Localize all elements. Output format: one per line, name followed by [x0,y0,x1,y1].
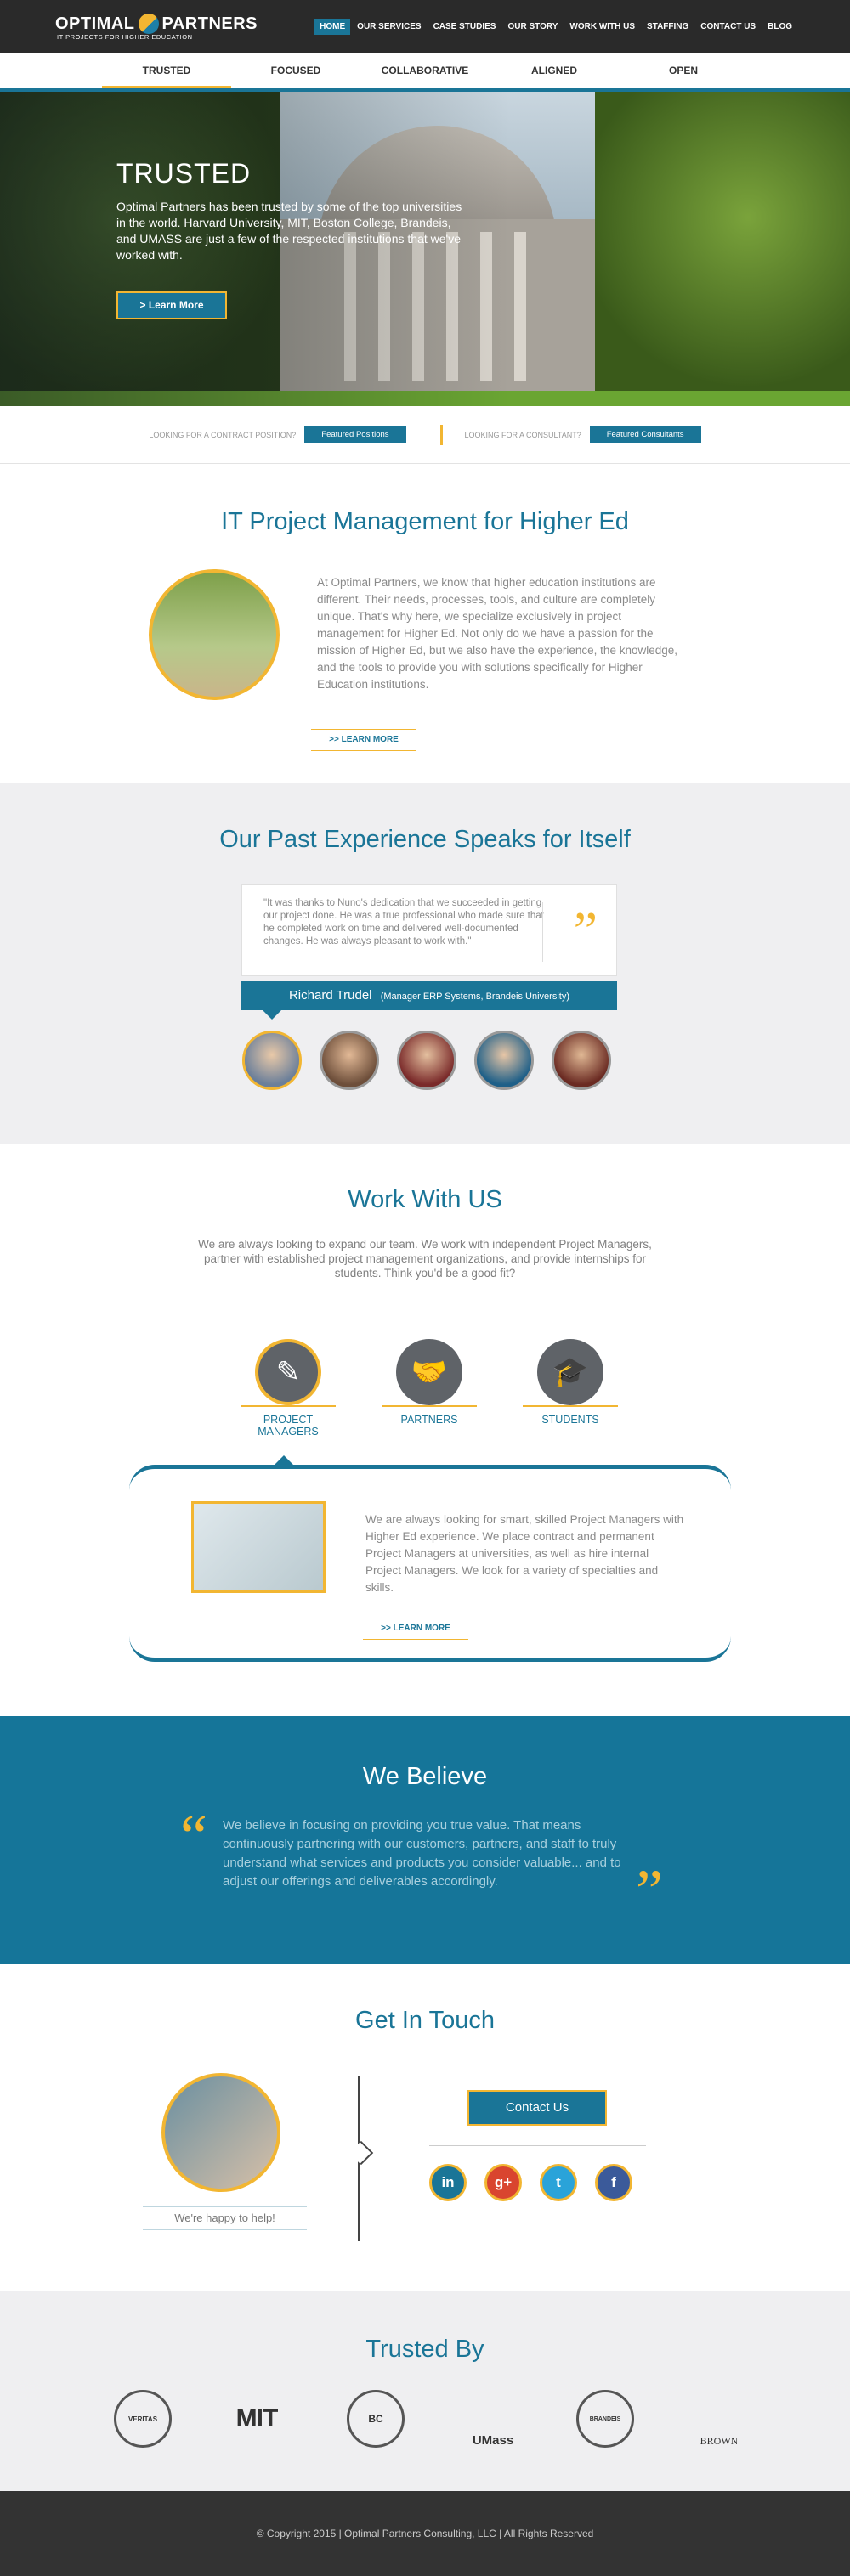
nav-our-services[interactable]: OUR SERVICES [352,19,426,35]
contact-us-button[interactable]: Contact Us [468,2090,607,2126]
graduation-cap-icon[interactable]: 🎓 [537,1339,604,1405]
tab-open[interactable]: OPEN [619,53,748,88]
logo-text-right: PARTNERS [162,14,258,33]
open-quote-icon: “ [180,1802,207,1870]
handshake-icon[interactable]: 🤝 [396,1339,462,1405]
divider [439,424,443,445]
avatar[interactable] [242,1031,302,1090]
work-with-us-section: Work With US We are always looking to ex… [0,1144,850,1716]
option-detail-card: We are always looking for smart, skilled… [129,1455,731,1662]
close-quote-icon: ” [636,1857,663,1925]
divider [429,2145,646,2146]
avatar[interactable] [320,1031,379,1090]
logo-tagline: IT PROJECTS FOR HIGHER EDUCATION [57,33,193,41]
campus-image [149,569,280,700]
nav-work-with-us[interactable]: WORK WITH US [564,19,640,35]
learn-more-link[interactable]: >> LEARN MORE [363,1618,468,1640]
author-role: (Manager ERP Systems, Brandeis Universit… [380,991,570,1002]
we-believe-section: We Believe “ We believe in focusing on p… [0,1716,850,1964]
twitter-icon[interactable]: t [540,2164,577,2201]
avatar[interactable] [552,1031,611,1090]
contact-photo [162,2073,280,2192]
logo-text-left: OPTIMAL [55,14,135,33]
nav-contact-us[interactable]: CONTACT US [695,19,761,35]
hero-title: TRUSTED [116,158,252,189]
google-plus-icon[interactable]: g+ [484,2164,522,2201]
learn-more-link[interactable]: >> LEARN MORE [311,729,416,751]
section-title: Our Past Experience Speaks for Itself [219,826,631,853]
nav-staffing[interactable]: STAFFING [642,19,694,35]
trusted-by-section: Trusted By VERITAS MIT BC UMass BRANDEIS… [0,2291,850,2491]
nav-home[interactable]: HOME [314,19,351,35]
section-title: Work With US [348,1186,502,1213]
chevron-right-icon [348,2140,374,2166]
avatar[interactable] [397,1031,456,1090]
section-title: Trusted By [366,2336,484,2363]
umass-logo: UMass [472,2433,514,2448]
mit-logo: MIT [235,2404,279,2432]
section-title: IT Project Management for Higher Ed [221,508,629,535]
copyright-text: © Copyright 2015 | Optimal Partners Cons… [256,2528,594,2539]
featured-positions-button[interactable]: Featured Positions [304,426,406,443]
brown-logo: BROWN [700,2435,739,2447]
pointer-arrow [262,1009,282,1020]
testimonial-author-bar: Richard Trudel (Manager ERP Systems, Bra… [241,981,617,1010]
site-footer: © Copyright 2015 | Optimal Partners Cons… [0,2491,850,2576]
section-intro: We are always looking to expand our team… [198,1238,652,1280]
nav-our-story[interactable]: OUR STORY [502,19,563,35]
option-partners[interactable]: PARTNERS [382,1405,477,1426]
section-title: Get In Touch [355,2007,495,2034]
testimonial-box: "It was thanks to Nuno's dedication that… [241,884,617,976]
harvard-logo: VERITAS [114,2390,172,2448]
tab-focused[interactable]: FOCUSED [231,53,360,88]
hero-text: Optimal Partners has been trusted by som… [116,200,462,262]
boston-college-logo: BC [347,2390,405,2448]
pointer-arrow [274,1455,294,1466]
project-managers-icon[interactable]: ✎ [255,1339,321,1405]
consultant-label: LOOKING FOR A CONSULTANT? [464,430,581,439]
section-text: At Optimal Partners, we know that higher… [317,576,677,691]
contract-label: LOOKING FOR A CONTRACT POSITION? [149,430,297,439]
divider [542,902,543,962]
logo[interactable]: OPTIMAL PARTNERS IT PROJECTS FOR HIGHER … [55,14,258,41]
main-nav: HOME OUR SERVICES CASE STUDIES OUR STORY… [314,19,797,35]
section-title: We Believe [362,1763,488,1790]
quote-icon: ” [573,901,598,961]
site-header: OPTIMAL PARTNERS IT PROJECTS FOR HIGHER … [0,0,850,53]
option-project-managers[interactable]: PROJECT MANAGERS [241,1405,336,1438]
happy-to-help-label: We're happy to help! [143,2206,307,2230]
author-name: Richard Trudel [288,988,372,1003]
testimonial-quote: "It was thanks to Nuno's dedication that… [264,898,544,946]
option-students[interactable]: STUDENTS [523,1405,618,1426]
tab-collaborative[interactable]: COLLABORATIVE [360,53,490,88]
tab-aligned[interactable]: ALIGNED [490,53,619,88]
nav-blog[interactable]: BLOG [762,19,797,35]
hero-banner: TRUSTED Optimal Partners has been truste… [0,92,850,406]
believe-text: We believe in focusing on providing you … [223,1818,621,1889]
it-pm-section: IT Project Management for Higher Ed At O… [0,464,850,783]
team-photo [191,1501,326,1593]
featured-consultants-button[interactable]: Featured Consultants [589,426,701,443]
facebook-icon[interactable]: f [595,2164,632,2201]
tab-trusted[interactable]: TRUSTED [102,53,231,88]
get-in-touch-section: Get In Touch We're happy to help! Contac… [0,1964,850,2291]
nav-case-studies[interactable]: CASE STUDIES [428,19,502,35]
looking-bar: LOOKING FOR A CONTRACT POSITION? Feature… [0,406,850,464]
card-text: We are always looking for smart, skilled… [366,1513,684,1594]
brandeis-logo: BRANDEIS [576,2390,634,2448]
value-tabs: TRUSTED FOCUSED COLLABORATIVE ALIGNED OP… [0,53,850,92]
linkedin-icon[interactable]: in [429,2164,467,2201]
logo-mark-icon [138,14,159,34]
experience-section: Our Past Experience Speaks for Itself "I… [0,783,850,1144]
avatar[interactable] [474,1031,534,1090]
hero-learn-more-button[interactable]: > Learn More [116,291,227,319]
